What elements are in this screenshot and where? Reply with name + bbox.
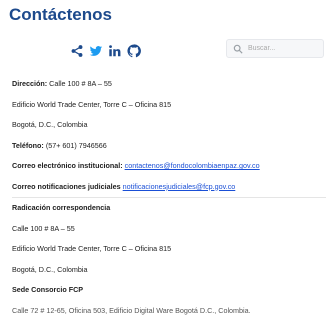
direccion-line: Dirección: Calle 100 # 8A – 55	[12, 74, 326, 95]
contact-page: Contáctenos Dirección: Cal	[0, 0, 330, 279]
telefono-label: Teléfono:	[12, 141, 44, 150]
search-box[interactable]	[226, 39, 324, 58]
github-icon[interactable]	[127, 44, 141, 58]
linkedin-icon[interactable]	[108, 44, 122, 58]
sede-heading: Sede Consorcio FCP	[12, 280, 326, 301]
sede-direccion: Calle 72 # 12-65, Oficina 503, Edificio …	[12, 301, 326, 321]
notificaciones-line: Correo notificaciones judiciales notific…	[12, 177, 326, 198]
ciudad-line: Bogotá, D.C., Colombia	[12, 115, 326, 136]
edificio-line: Edificio World Trade Center, Torre C – O…	[12, 95, 326, 116]
search-input[interactable]	[248, 45, 318, 52]
correo-link[interactable]: contactenos@fondocolombiaenpaz.gov.co	[125, 161, 260, 170]
telefono-value: (57+ 601) 7946566	[46, 141, 107, 150]
correo-line: Correo electrónico institucional: contac…	[12, 156, 326, 177]
social-links	[70, 44, 141, 58]
radicacion-edificio: Edificio World Trade Center, Torre C – O…	[12, 239, 326, 260]
radicacion-heading-text: Radicación correspondencia	[12, 203, 110, 212]
twitter-icon[interactable]	[89, 44, 103, 58]
radicacion-direccion: Calle 100 # 8A – 55	[12, 219, 326, 240]
radicacion-heading: Radicación correspondencia	[12, 198, 326, 219]
contact-info: Dirección: Calle 100 # 8A – 55 Edificio …	[12, 74, 326, 321]
telefono-line: Teléfono: (57+ 601) 7946566	[12, 136, 326, 157]
radicacion-ciudad: Bogotá, D.C., Colombia	[12, 260, 326, 281]
direccion-value: Calle 100 # 8A – 55	[49, 79, 112, 88]
page-title: Contáctenos	[9, 5, 112, 25]
direccion-label: Dirección:	[12, 79, 47, 88]
correo-label: Correo electrónico institucional:	[12, 161, 123, 170]
search-icon	[233, 44, 243, 54]
notificaciones-link[interactable]: notificacionesjudiciales@fcp.gov.co	[123, 182, 236, 191]
sede-heading-text: Sede Consorcio FCP	[12, 285, 83, 294]
share-icon[interactable]	[70, 44, 84, 58]
notificaciones-label: Correo notificaciones judiciales	[12, 182, 121, 191]
